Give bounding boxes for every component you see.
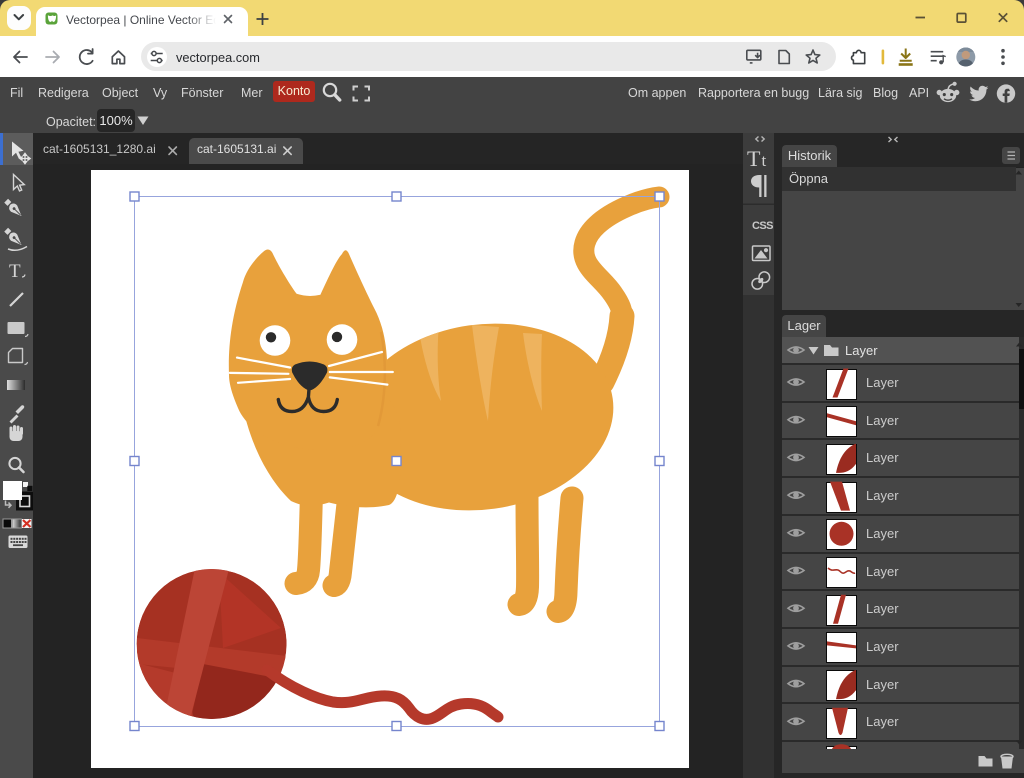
svg-text:T: T xyxy=(747,146,761,171)
svg-text:T: T xyxy=(9,261,21,282)
svg-text:CSS: CSS xyxy=(752,220,773,232)
svg-text:t: t xyxy=(762,151,767,170)
